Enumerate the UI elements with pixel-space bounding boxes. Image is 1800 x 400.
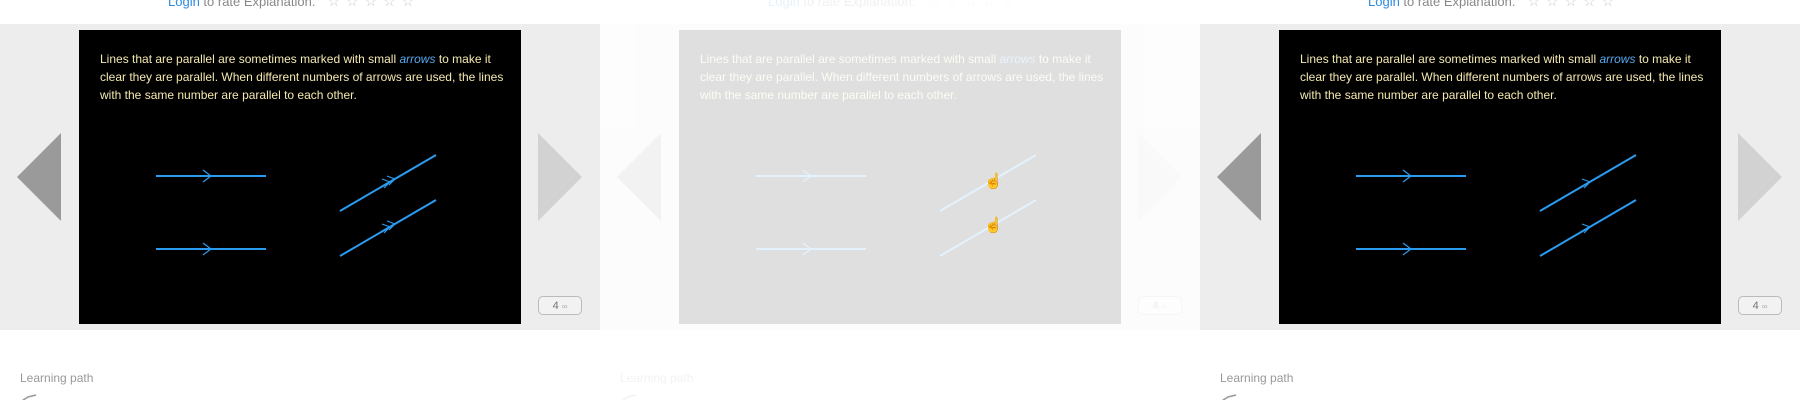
parallel-lines-diagram [156, 154, 437, 257]
login-link[interactable]: Login [768, 0, 800, 9]
next-slide-arrow-icon[interactable] [1138, 133, 1182, 221]
rating-stars[interactable]: ☆☆☆☆☆ [1527, 0, 1620, 9]
diagonal-line-1 [1539, 154, 1637, 212]
learning-path-label: Learning path [620, 371, 694, 385]
diagonal-line-2 [1539, 199, 1637, 257]
prev-slide-arrow-icon[interactable] [17, 133, 61, 221]
parallel-lines-diagram [756, 154, 1037, 257]
diagonal-line-2 [339, 199, 437, 257]
rate-row: Login to rate Explanation. ☆☆☆☆☆ [1368, 0, 1620, 13]
slideshow-panel-1: Login to rate Explanation. ☆☆☆☆☆ Lines th… [0, 0, 600, 400]
hand-cursor-icon: ☝ [984, 217, 1003, 234]
path-icon [21, 394, 37, 400]
prev-slide-arrow-icon[interactable] [617, 133, 661, 221]
slide-counter[interactable]: 4 ∞ [1138, 296, 1182, 315]
slide: Lines that are parallel are sometimes ma… [679, 30, 1121, 324]
rate-text: to rate Explanation. [1399, 0, 1516, 9]
next-slide-arrow-icon[interactable] [538, 133, 582, 221]
rating-stars[interactable]: ☆☆☆☆☆ [327, 0, 420, 9]
hand-cursor-icon: ☝ [984, 173, 1003, 190]
prev-slide-arrow-icon[interactable] [1217, 133, 1261, 221]
slideshow-panel-2: Login to rate Explanation. ☆☆☆☆☆ Lines th… [600, 0, 1200, 400]
diagonal-line-1 [339, 154, 437, 212]
next-slide-arrow-icon[interactable] [1738, 133, 1782, 221]
path-icon [621, 394, 637, 400]
learning-path-label: Learning path [1220, 371, 1294, 385]
rate-row: Login to rate Explanation. ☆☆☆☆☆ [168, 0, 420, 13]
slideshow-panel-3: Login to rate Explanation. ☆☆☆☆☆ Lines th… [1200, 0, 1800, 400]
rating-stars[interactable]: ☆☆☆☆☆ [927, 0, 1020, 9]
rate-text: to rate Explanation. [799, 0, 916, 9]
slide-counter[interactable]: 4 ∞ [1738, 296, 1782, 315]
path-icon [1221, 394, 1237, 400]
slide: Lines that are parallel are sometimes ma… [79, 30, 521, 324]
login-link[interactable]: Login [168, 0, 200, 9]
learning-path-label: Learning path [20, 371, 94, 385]
login-link[interactable]: Login [1368, 0, 1400, 9]
rate-row: Login to rate Explanation. ☆☆☆☆☆ [768, 0, 1020, 13]
parallel-lines-diagram [1356, 154, 1637, 257]
rate-text: to rate Explanation. [199, 0, 316, 9]
slide-counter[interactable]: 4 ∞ [538, 296, 582, 315]
slide: Lines that are parallel are sometimes ma… [1279, 30, 1721, 324]
